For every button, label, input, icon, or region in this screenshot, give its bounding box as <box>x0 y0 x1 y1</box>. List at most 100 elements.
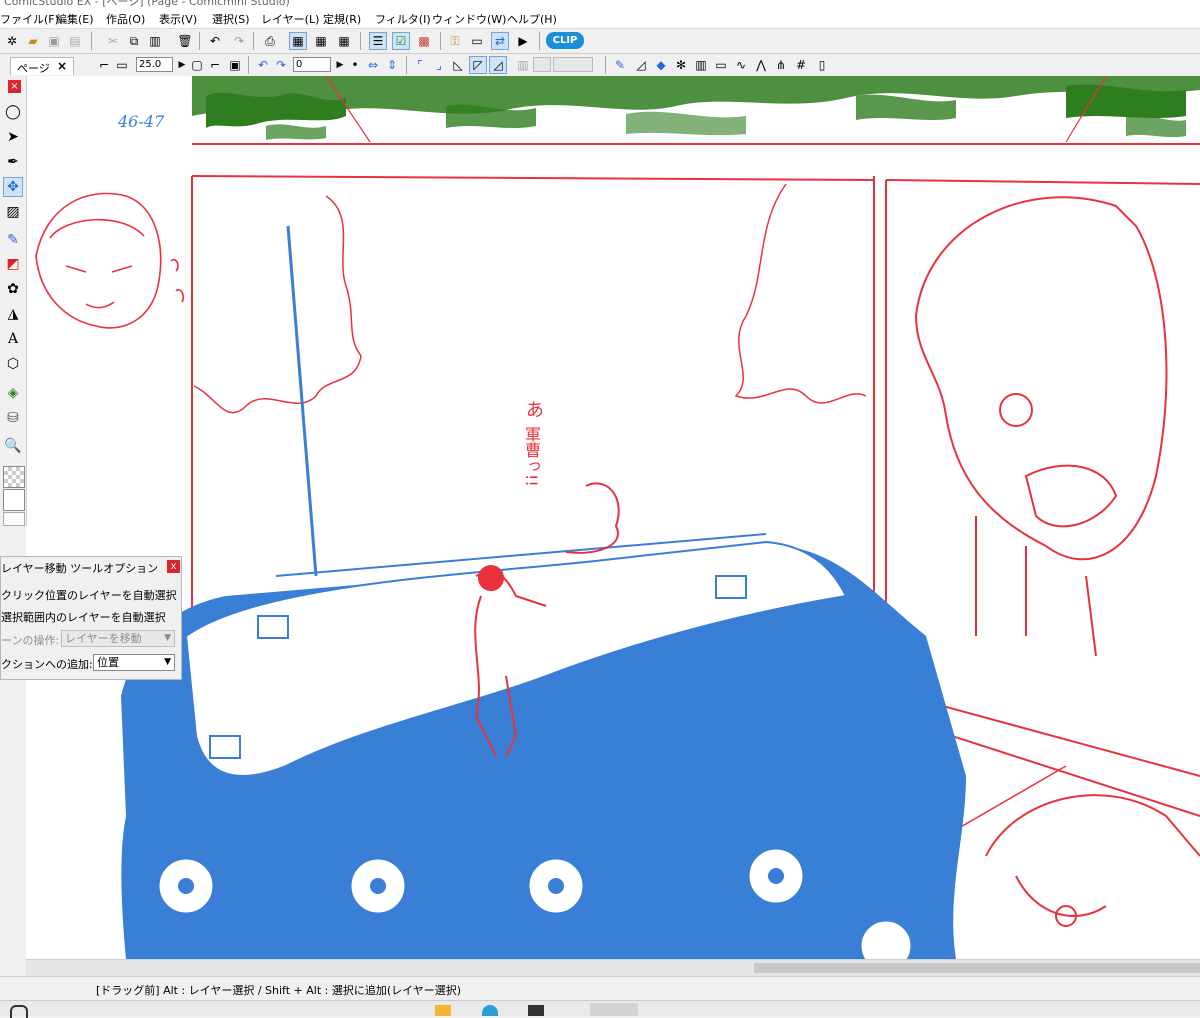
menu-file[interactable]: ファイル(F) <box>0 11 59 27</box>
perspective-2-icon[interactable]: ⋔ <box>772 56 790 74</box>
tab-page[interactable]: ページ × <box>10 57 74 75</box>
menu-select[interactable]: 選択(S) <box>212 11 250 27</box>
lasso-tool-icon[interactable]: ◯ <box>3 102 23 122</box>
properties-icon[interactable]: ☑ <box>392 32 410 50</box>
rotate-right-icon[interactable]: ↷ <box>272 56 290 74</box>
print-icon[interactable]: ⎙ <box>261 32 279 50</box>
active-window-taskbar-button[interactable] <box>590 1003 638 1016</box>
wave-icon[interactable]: ∿ <box>732 56 750 74</box>
zoom-value-field[interactable]: 25.0 <box>136 57 173 72</box>
sfx-text-a: あ <box>526 400 544 421</box>
undo-icon[interactable]: ↶ <box>206 32 224 50</box>
brush-tool-icon[interactable]: ✿ <box>3 279 23 299</box>
search-icon[interactable] <box>10 1005 28 1018</box>
reset-rotate-icon[interactable]: • <box>346 56 364 74</box>
snap-frame-icon[interactable]: ◿ <box>489 56 507 74</box>
menu-help[interactable]: ヘルプ(H) <box>507 11 557 27</box>
rotate-left-icon[interactable]: ↶ <box>254 56 272 74</box>
menu-view[interactable]: 表示(V) <box>159 11 197 27</box>
focus-line-icon[interactable]: ✻ <box>672 56 690 74</box>
cut-icon[interactable]: ✂ <box>104 32 122 50</box>
sync-icon[interactable]: ⇄ <box>491 32 509 50</box>
shape-tool-icon[interactable]: ⬡ <box>3 354 23 374</box>
zoom-tool-icon[interactable]: 🔍 <box>3 436 23 456</box>
fill-tool-icon[interactable]: ◮ <box>3 304 23 324</box>
menu-filter[interactable]: フィルタ(I) <box>375 11 431 27</box>
preview-icon[interactable]: ▶ <box>514 32 532 50</box>
horizontal-scrollbar[interactable] <box>26 959 1200 976</box>
save-as-icon[interactable]: ▤ <box>66 32 84 50</box>
main-color-swatch[interactable] <box>3 466 25 488</box>
edge-taskbar-icon[interactable] <box>482 1005 498 1016</box>
menu-work[interactable]: 作品(O) <box>106 11 145 27</box>
drawing-canvas[interactable]: 46-47 あ 軍曹っ!! <box>26 76 1200 959</box>
layer-move-tool-icon[interactable]: ✥ <box>3 177 23 197</box>
new-icon[interactable]: ✲ <box>3 32 21 50</box>
action-add-select[interactable]: 位置 ▼ <box>93 654 175 671</box>
redo-icon[interactable]: ↷ <box>230 32 248 50</box>
fit-page-icon[interactable]: ▢ <box>188 56 206 74</box>
tab-page-label: ページ <box>17 62 50 75</box>
parallel-line-icon[interactable]: ▥ <box>692 56 710 74</box>
tool-options-panel: レイヤー移動 ツールオプション x クリック位置のレイヤーを自動選択 選択範囲内… <box>0 556 182 680</box>
navigator-icon[interactable]: ▭ <box>468 32 486 50</box>
green-foliage-strip <box>192 76 1200 140</box>
grid-icon[interactable]: # <box>792 56 810 74</box>
clip-button[interactable]: CLIP <box>546 32 584 49</box>
transparent-color-swatch[interactable] <box>3 512 25 526</box>
auto-select-range-option[interactable]: 選択範囲内のレイヤーを自動選択 <box>1 609 166 625</box>
spread-view-icon[interactable]: ▦ <box>312 32 330 50</box>
action-add-select-value: 位置 <box>97 656 119 669</box>
menu-edit[interactable]: 編集(E) <box>56 11 94 27</box>
flip-vertical-icon[interactable]: ⇕ <box>383 56 401 74</box>
set-square-icon[interactable]: ◿ <box>632 56 650 74</box>
layer-palette-icon[interactable]: ☰ <box>369 32 387 50</box>
stamp-tool-icon[interactable]: ⛁ <box>3 408 23 428</box>
zoom-frame-icon[interactable]: ▭ <box>113 56 131 74</box>
trash-icon[interactable]: 🗑 <box>176 32 194 50</box>
transform-tool-icon[interactable]: ▨ <box>3 202 23 222</box>
open-folder-icon[interactable]: ▰ <box>24 32 42 50</box>
tool-options-close-icon[interactable]: x <box>167 560 180 573</box>
text-tool-icon[interactable]: A <box>3 329 23 349</box>
rotate-value-field[interactable]: 0 <box>293 57 331 72</box>
explorer-taskbar-icon[interactable] <box>435 1005 451 1016</box>
sub-color-swatch[interactable] <box>3 489 25 511</box>
snap-ruler-icon[interactable]: ⌜ <box>411 56 429 74</box>
scrollbar-thumb[interactable] <box>754 963 1200 973</box>
menu-window[interactable]: ウィンドウ(W) <box>432 11 506 27</box>
eyedropper-tool-icon[interactable]: ✒ <box>3 152 23 172</box>
ruler-pen-icon[interactable]: ✎ <box>611 56 629 74</box>
symmetry-icon[interactable]: ◆ <box>652 56 670 74</box>
select-arrow-tool-icon[interactable]: ➤ <box>3 127 23 147</box>
zoom-fit-icon[interactable]: ⌐ <box>95 56 113 74</box>
tool-palette-close-icon[interactable]: × <box>8 80 21 93</box>
operation-label: ーンの操作: <box>1 634 60 647</box>
story-view-icon[interactable]: ▦ <box>335 32 353 50</box>
perspective-1-icon[interactable]: ⋀ <box>752 56 770 74</box>
material-icon[interactable]: ⚿ <box>446 32 464 50</box>
status-bar: [ドラッグ前] Alt : レイヤー選択 / Shift + Alt : 選択に… <box>0 976 1200 1001</box>
menu-ruler[interactable]: 定規(R) <box>323 11 361 27</box>
tab-close-icon[interactable]: × <box>57 59 67 73</box>
auto-select-click-option[interactable]: クリック位置のレイヤーを自動選択 <box>1 587 177 603</box>
copy-icon[interactable]: ⧉ <box>125 32 143 50</box>
fit-width-icon[interactable]: ⌐ <box>206 56 224 74</box>
color-icon[interactable]: ▩ <box>415 32 433 50</box>
page-view-icon[interactable]: ▦ <box>289 32 307 50</box>
page-icon[interactable]: ▯ <box>813 56 831 74</box>
eraser-tool-icon[interactable]: ◩ <box>3 254 23 274</box>
flip-horizontal-icon[interactable]: ⇔ <box>364 56 382 74</box>
snap-special-ruler-icon[interactable]: ⌟ <box>430 56 448 74</box>
snap-perspective-icon[interactable]: ◸ <box>469 56 487 74</box>
menu-layer[interactable]: レイヤー(L) <box>261 11 319 27</box>
tone-tool-icon[interactable]: ◈ <box>3 383 23 403</box>
tool-options-title: レイヤー移動 ツールオプション <box>1 562 159 575</box>
actual-size-icon[interactable]: ▣ <box>226 56 244 74</box>
concentric-icon[interactable]: ▭ <box>712 56 730 74</box>
save-icon[interactable]: ▣ <box>45 32 63 50</box>
pen-tool-icon[interactable]: ✎ <box>3 230 23 250</box>
snap-grid-icon[interactable]: ◺ <box>449 56 467 74</box>
app-taskbar-icon[interactable] <box>528 1005 544 1016</box>
paste-icon[interactable]: ▥ <box>146 32 164 50</box>
